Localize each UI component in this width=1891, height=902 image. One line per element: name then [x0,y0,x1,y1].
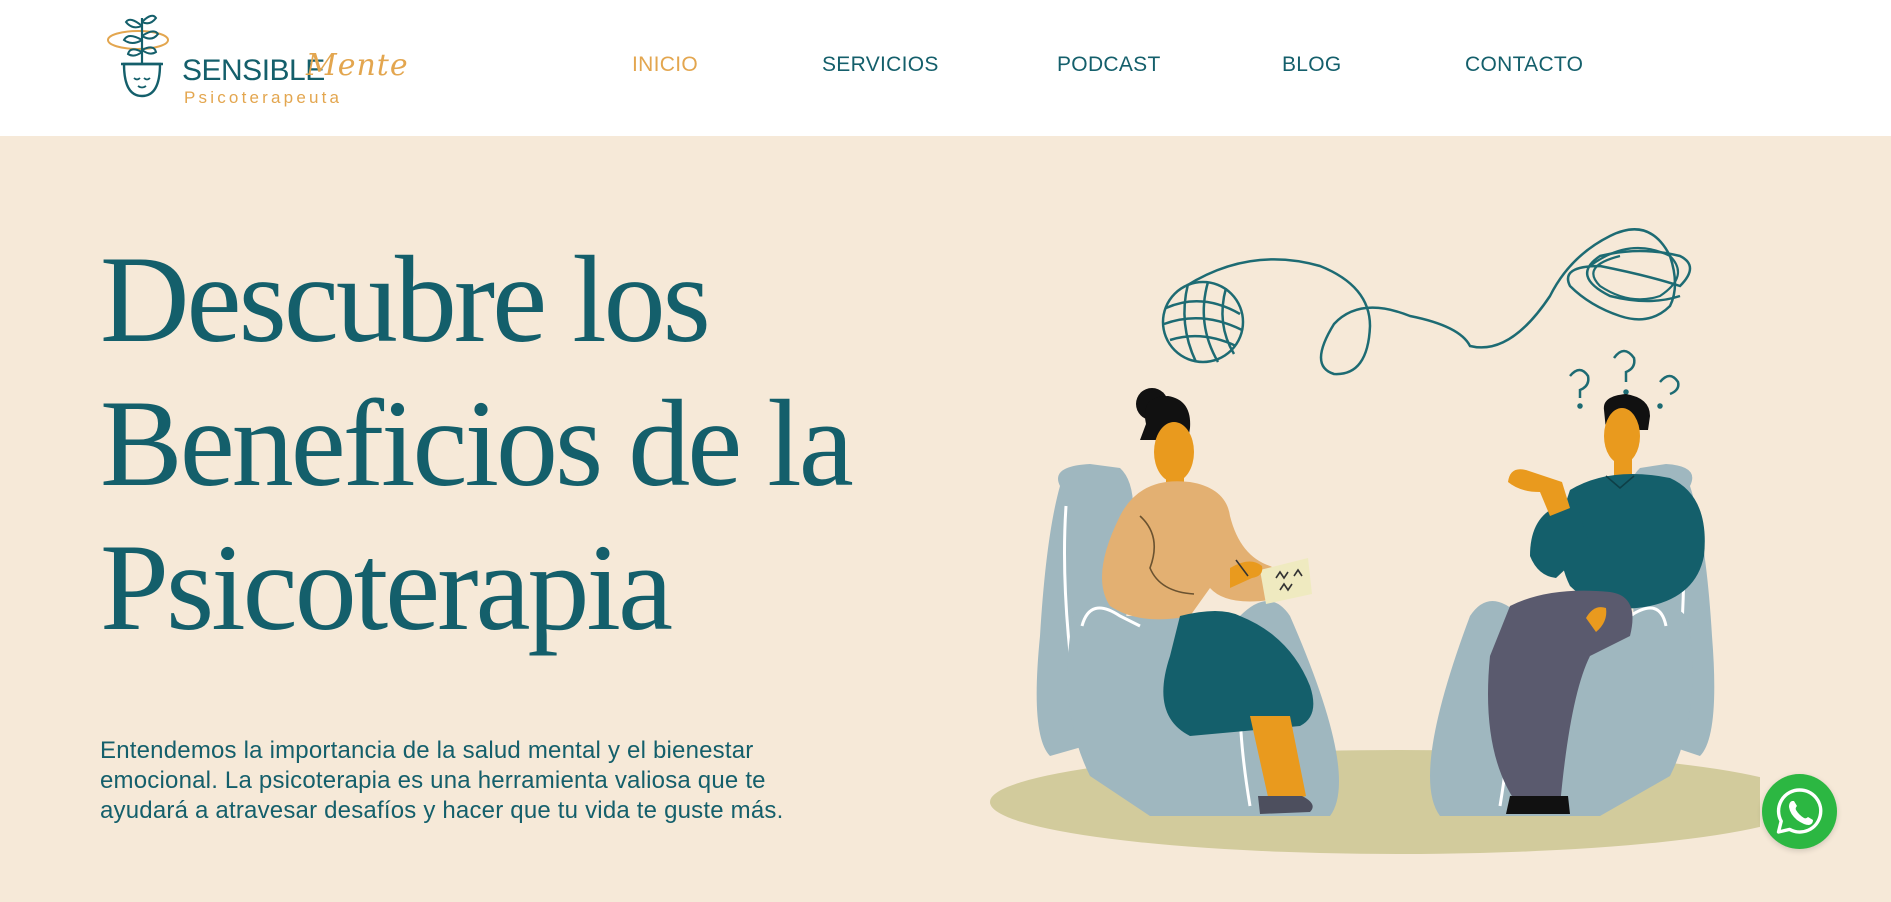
hero-description: Entendemos la importancia de la salud me… [100,736,900,826]
notepad-icon [1260,558,1312,604]
main-nav: INICIO SERVICIOS PODCAST BLOG CONTACTO [0,53,1891,83]
hero-title-line: Psicoterapia [100,519,673,656]
hero-title-line: Descubre los [100,231,711,368]
whatsapp-icon [1776,788,1823,834]
whatsapp-button[interactable] [1762,774,1837,849]
brand-subtitle: Psicoterapeuta [184,88,343,107]
hero-description-line: emocional. La psicoterapia es una herram… [100,767,766,794]
nav-item-podcast[interactable]: PODCAST [1057,53,1161,77]
nav-item-servicios[interactable]: SERVICIOS [822,53,939,77]
site-header: SENSIBLE Mente Psicoterapeuta INICIO SER… [0,0,1891,136]
hero-title-line: Beneficios de la [100,375,854,512]
tangled-thread [1185,228,1692,376]
nav-item-inicio[interactable]: INICIO [632,53,698,77]
therapy-session-illustration [990,228,1760,854]
nav-item-blog[interactable]: BLOG [1282,53,1342,77]
hero-description-line: ayudará a atravesar desafíos y hacer que… [100,797,784,824]
yarn-ball-icon [1161,280,1245,364]
hero-description-line: Entendemos la importancia de la salud me… [100,737,754,764]
nav-item-contacto[interactable]: CONTACTO [1465,53,1583,77]
hero-title: Descubre los Beneficios de la Psicoterap… [100,228,900,660]
